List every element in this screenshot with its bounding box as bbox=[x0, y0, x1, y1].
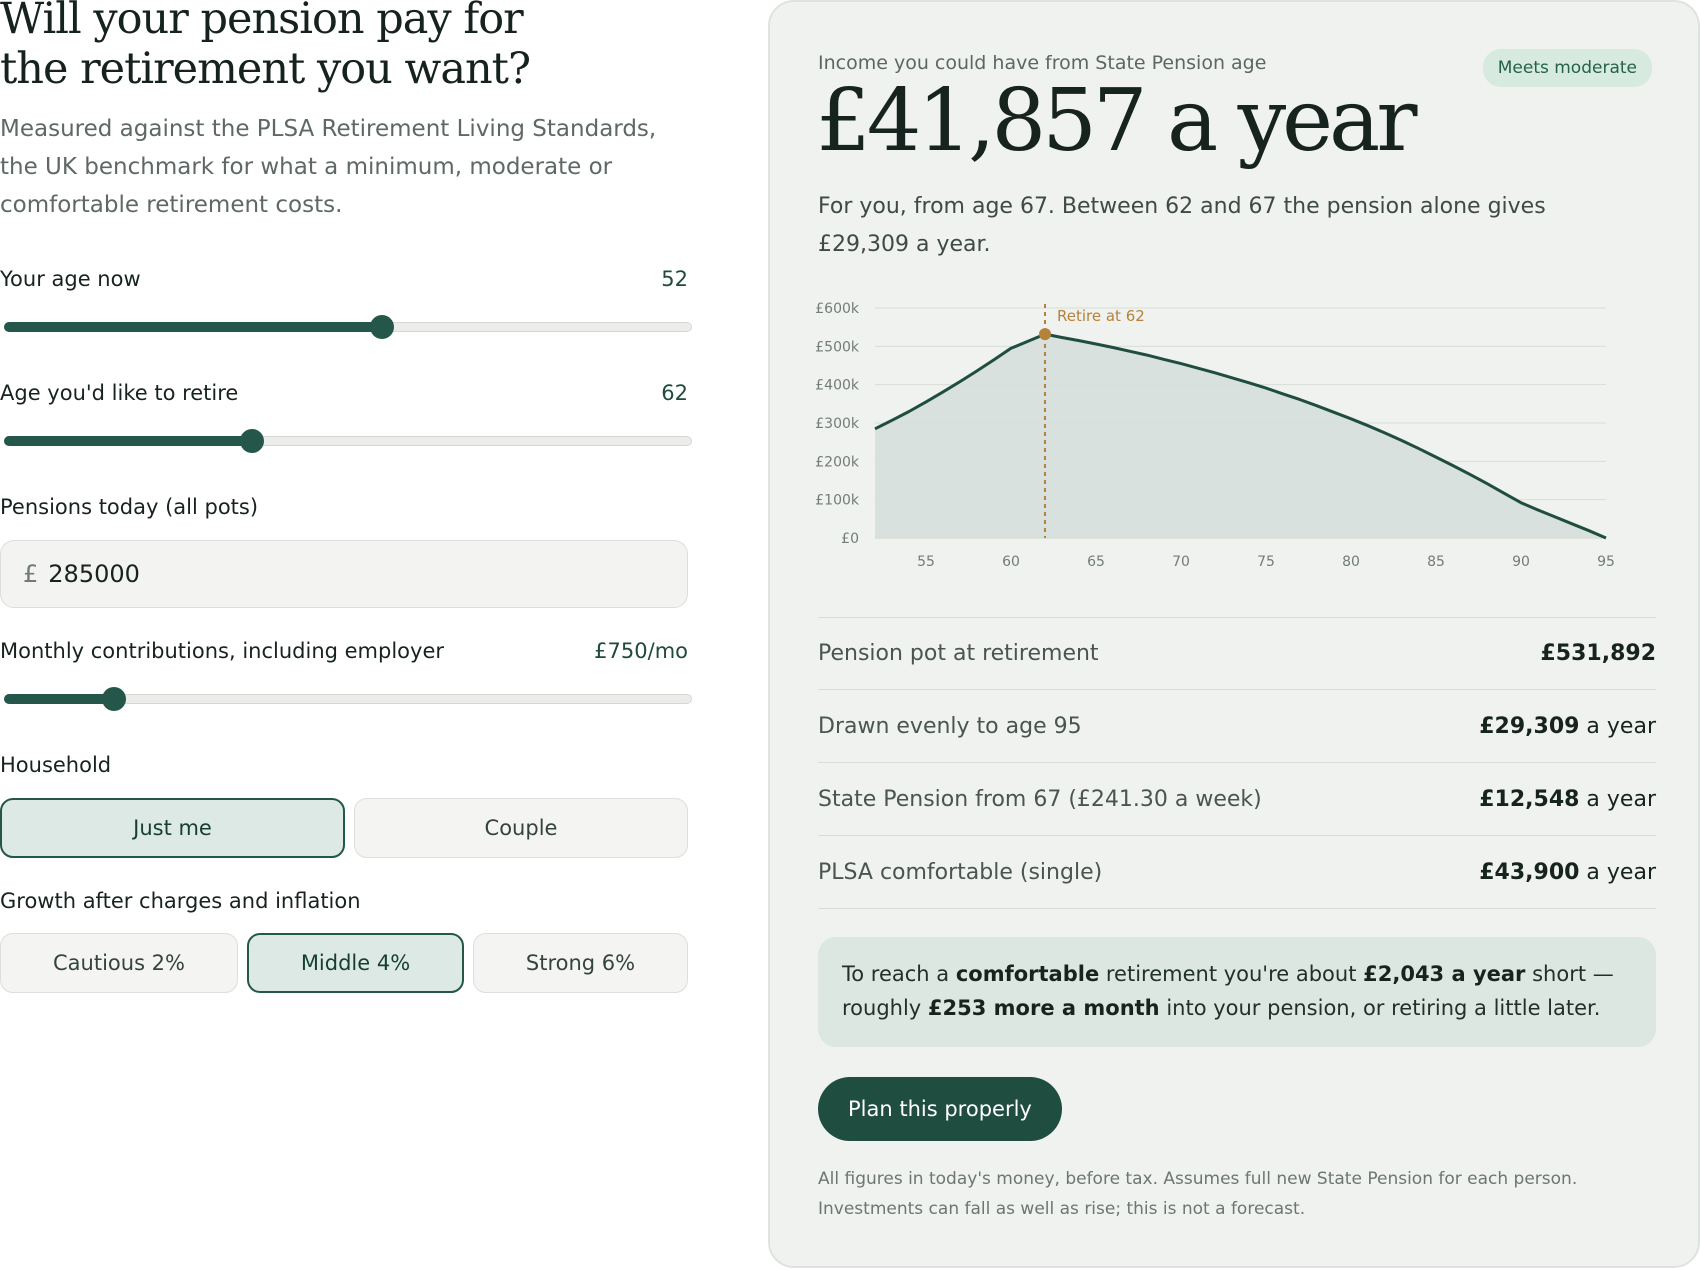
pound-sign: £ bbox=[23, 560, 39, 588]
x-tick-label: 75 bbox=[1257, 554, 1275, 570]
y-tick-label: £300k bbox=[815, 416, 860, 432]
household-option-just-me[interactable]: Just me bbox=[0, 798, 345, 858]
x-tick-label: 70 bbox=[1172, 554, 1190, 570]
household-option-couple[interactable]: Couple bbox=[354, 798, 688, 858]
contributions-label: Monthly contributions, including employe… bbox=[0, 639, 445, 663]
growth-label: Growth after charges and inflation bbox=[0, 889, 361, 913]
x-tick-label: 85 bbox=[1427, 554, 1445, 570]
pensions-label: Pensions today (all pots) bbox=[0, 495, 259, 519]
pension-pot-chart: £0 £100k £200k £300k £400k £500k £600k 55 60 65 70… bbox=[815, 301, 1615, 570]
retire-age-label: Age you'd like to retire bbox=[0, 381, 239, 405]
summary-row: Drawn evenly to age 95 £29,309 a year bbox=[818, 690, 1656, 763]
pensions-field[interactable]: £ bbox=[0, 540, 688, 608]
y-tick-label: £100k bbox=[815, 493, 860, 509]
slider-fill bbox=[4, 322, 383, 332]
income-headline: £41,857 a year bbox=[816, 71, 1417, 171]
y-tick-label: £600k bbox=[815, 301, 860, 317]
row-value: £29,309 a year bbox=[1479, 713, 1656, 739]
row-label: PLSA comfortable (single) bbox=[818, 859, 1103, 885]
age-now-value: 52 bbox=[661, 267, 688, 291]
x-tick-label: 80 bbox=[1342, 554, 1360, 570]
growth-option-middle[interactable]: Middle 4% bbox=[247, 933, 464, 993]
retire-age-slider[interactable] bbox=[4, 422, 692, 462]
row-label: State Pension from 67 (£241.30 a week) bbox=[818, 786, 1262, 812]
slider-thumb[interactable] bbox=[102, 687, 127, 711]
contributions-value: £750/mo bbox=[594, 639, 688, 663]
retire-age-value: 62 bbox=[661, 381, 688, 405]
summary-row: PLSA comfortable (single) £43,900 a year bbox=[818, 836, 1656, 909]
row-value: £43,900 a year bbox=[1479, 859, 1656, 885]
pensions-input[interactable] bbox=[48, 560, 649, 588]
x-tick-label: 55 bbox=[917, 554, 935, 570]
plan-properly-button[interactable]: Plan this properly bbox=[818, 1077, 1062, 1141]
x-tick-label: 95 bbox=[1597, 554, 1615, 570]
y-tick-label: £500k bbox=[815, 339, 860, 355]
y-tick-label: £0 bbox=[841, 531, 859, 547]
summary-row: Pension pot at retirement £531,892 bbox=[818, 617, 1656, 690]
x-tick-label: 65 bbox=[1087, 554, 1105, 570]
growth-option-strong[interactable]: Strong 6% bbox=[473, 933, 688, 993]
x-tick-label: 90 bbox=[1512, 554, 1530, 570]
results-panel: Income you could have from State Pension… bbox=[768, 0, 1700, 1268]
y-tick-label: £200k bbox=[815, 454, 860, 470]
growth-option-cautious[interactable]: Cautious 2% bbox=[0, 933, 238, 993]
income-subtext: For you, from age 67. Between 62 and 67 … bbox=[818, 194, 1546, 257]
slider-thumb[interactable] bbox=[370, 315, 395, 339]
x-tick-label: 60 bbox=[1002, 554, 1020, 570]
slider-thumb[interactable] bbox=[239, 429, 264, 453]
slider-fill bbox=[4, 694, 115, 704]
row-value: £531,892 bbox=[1540, 641, 1656, 666]
disclaimer: All figures in today's money, before tax… bbox=[818, 1169, 1578, 1219]
row-label: Drawn evenly to age 95 bbox=[818, 713, 1082, 739]
status-badge: Meets moderate bbox=[1482, 49, 1652, 87]
slider-fill bbox=[4, 436, 252, 446]
shortfall-note: To reach a comfortable retirement you're… bbox=[818, 937, 1656, 1047]
intro-text: Measured against the PLSA Retirement Liv… bbox=[0, 116, 657, 218]
row-label: Pension pot at retirement bbox=[818, 641, 1099, 666]
page-title: Will your pension pay for the retirement… bbox=[0, 0, 531, 94]
retire-marker-label: Retire at 62 bbox=[1057, 307, 1145, 325]
summary-row: State Pension from 67 (£241.30 a week) £… bbox=[818, 763, 1656, 836]
retire-marker-point bbox=[1039, 328, 1051, 341]
contributions-slider[interactable] bbox=[4, 680, 692, 720]
age-now-slider[interactable] bbox=[4, 308, 692, 348]
age-now-label: Your age now bbox=[0, 267, 141, 291]
y-tick-label: £400k bbox=[815, 378, 860, 394]
row-value: £12,548 a year bbox=[1479, 786, 1656, 812]
household-label: Household bbox=[0, 753, 112, 777]
